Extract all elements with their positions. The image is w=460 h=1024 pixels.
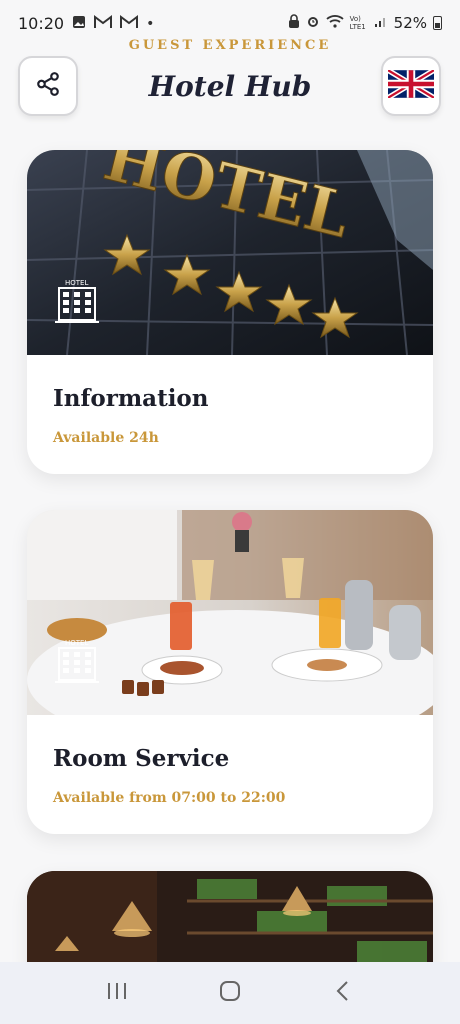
card-availability: Available 24h [53,430,159,446]
app-subtitle: GUEST EXPERIENCE [128,38,332,53]
battery-percent: 52% [393,14,427,32]
share-button[interactable] [18,56,78,116]
wifi-icon [326,14,344,32]
information-card-body: Information Available 24h [27,355,433,474]
back-button[interactable] [323,973,363,1013]
image-icon [72,15,86,33]
uk-flag-icon [386,67,436,102]
room-service-card[interactable]: HOTEL Room Service Available from 07:00 … [27,510,433,834]
hotel-building-icon: HOTEL [53,638,101,690]
gmail-icon [120,14,139,33]
signal-icon [374,14,388,32]
back-icon [335,980,351,1006]
breakfast-in-bed-photo: HOTEL [27,510,433,715]
card-title: Room Service [53,745,230,772]
room-service-card-body: Room Service Available from 07:00 to 22:… [27,715,433,834]
information-card[interactable]: HOTEL HOTEL Information Available 24h [27,150,433,474]
card-availability: Available from 07:00 to 22:00 [53,790,286,806]
alarm-icon [306,14,320,32]
home-button[interactable] [210,973,250,1013]
hotel-icon-label: HOTEL [65,639,88,647]
card-title: Information [53,385,209,412]
hotel-icon-label: HOTEL [65,279,88,287]
hotel-facade-photo: HOTEL HOTEL [27,150,433,355]
recents-button[interactable] [97,973,137,1013]
hotel-building-icon: HOTEL [53,278,101,330]
language-button[interactable] [381,56,441,116]
share-icon [35,71,61,101]
status-time: 10:20 [18,14,65,33]
home-icon [219,980,241,1006]
dot-icon: • [146,15,155,32]
status-right: Vo) LTE1 52% [288,14,442,32]
battery-icon [433,16,442,30]
lock-icon [288,14,300,32]
recents-icon [106,981,128,1005]
status-left: 10:20 • [18,14,154,33]
gmail-icon [94,14,113,33]
system-nav-bar [0,962,460,1024]
network-label: Vo) LTE1 [349,15,366,31]
